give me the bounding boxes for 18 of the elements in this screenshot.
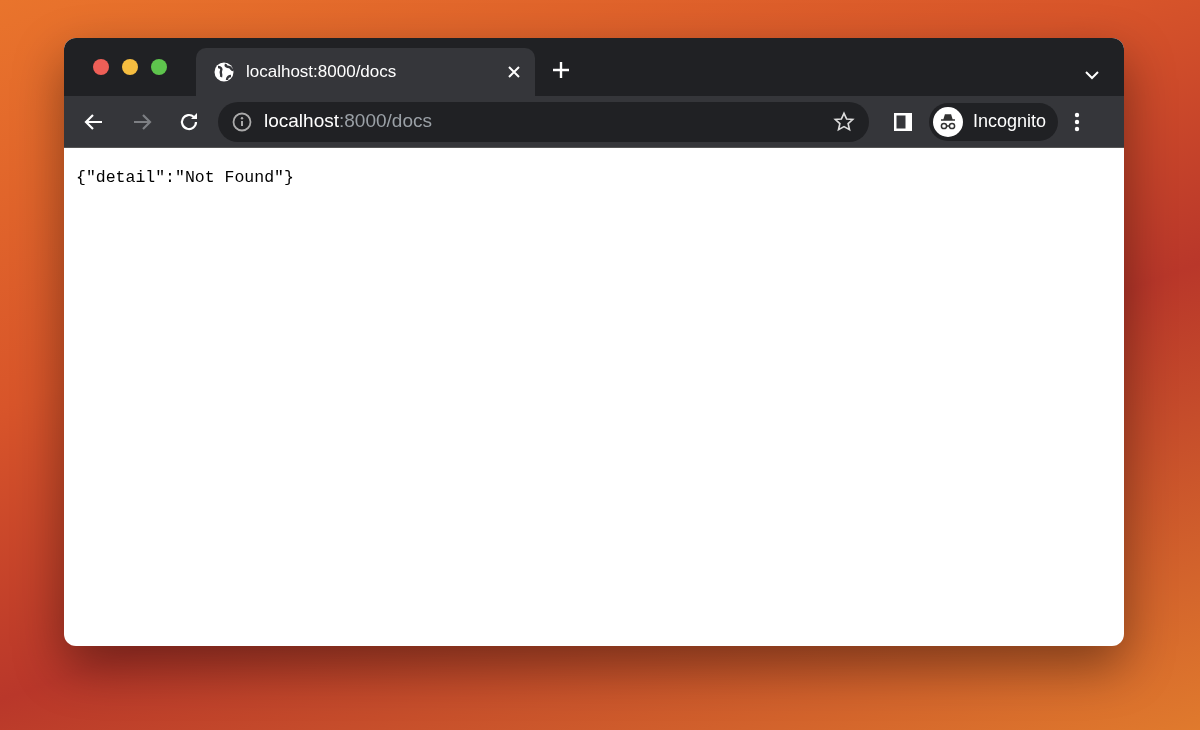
close-tab-button[interactable] bbox=[507, 65, 521, 79]
info-icon[interactable] bbox=[232, 111, 252, 132]
side-panel-icon[interactable] bbox=[893, 111, 913, 132]
tab-search-chevron-icon[interactable] bbox=[1084, 70, 1100, 80]
new-tab-button[interactable] bbox=[551, 60, 571, 80]
menu-icon[interactable] bbox=[1074, 111, 1081, 132]
browser-tab[interactable]: localhost:8000/docs bbox=[196, 48, 535, 96]
incognito-profile-button[interactable]: Incognito bbox=[929, 102, 1059, 141]
bookmark-star-icon[interactable] bbox=[833, 110, 855, 133]
url-text: localhost:8000/docs bbox=[264, 109, 433, 134]
globe-icon bbox=[214, 62, 234, 82]
close-window-button[interactable] bbox=[93, 59, 109, 75]
maximize-window-button[interactable] bbox=[151, 59, 167, 75]
incognito-avatar-icon bbox=[933, 106, 963, 137]
tab-title: localhost:8000/docs bbox=[246, 61, 398, 84]
json-response-text: {"detail":"Not Found"} bbox=[76, 167, 295, 189]
address-bar[interactable]: localhost:8000/docs bbox=[218, 101, 869, 142]
minimize-window-button[interactable] bbox=[122, 59, 138, 75]
